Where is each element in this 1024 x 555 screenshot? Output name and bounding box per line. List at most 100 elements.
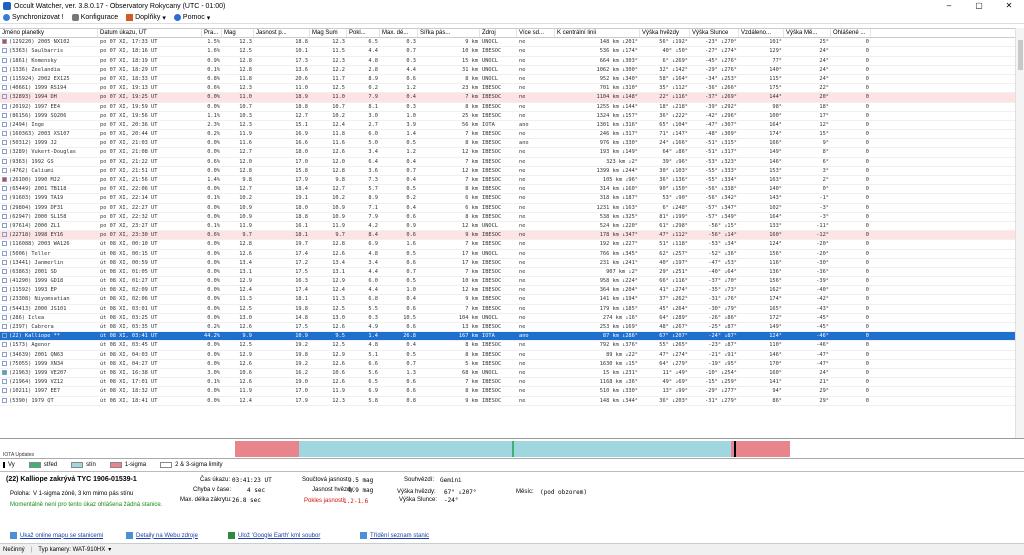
table-row[interactable]: (10211) 1997 EE7 út 08 XI, 18:32 UT 0.0% 11… bbox=[0, 387, 1024, 397]
row-checkbox-icon[interactable] bbox=[2, 177, 7, 182]
table-row[interactable]: (21964) 1999 VZ12 út 08 XI, 17:01 UT 0.1% 1… bbox=[0, 378, 1024, 388]
column-header[interactable]: Výška Slunce bbox=[690, 29, 739, 38]
sync-button[interactable]: Synchronizovat ! bbox=[3, 14, 64, 21]
row-checkbox-icon[interactable] bbox=[2, 186, 7, 192]
table-row[interactable]: (1861) Komensky po 07 XI, 18:19 UT 0.9% 12.… bbox=[0, 57, 1024, 66]
column-header[interactable]: Výška hvězdy bbox=[640, 29, 690, 38]
row-checkbox-icon[interactable] bbox=[2, 48, 7, 54]
row-checkbox-icon[interactable] bbox=[2, 121, 7, 127]
table-row[interactable]: (41290) 1999 GD18 út 08 XI, 01:27 UT 0.0% 1… bbox=[0, 277, 1024, 287]
row-checkbox-icon[interactable] bbox=[2, 324, 7, 329]
row-checkbox-icon[interactable] bbox=[2, 388, 7, 394]
column-header[interactable]: Pra... bbox=[202, 29, 222, 38]
row-checkbox-icon[interactable] bbox=[2, 379, 7, 385]
table-row[interactable]: (1336) Zeelandia po 07 XI, 18:29 UT 0.1% 12… bbox=[0, 66, 1024, 75]
row-checkbox-icon[interactable] bbox=[2, 112, 7, 118]
row-checkbox-icon[interactable] bbox=[2, 131, 7, 137]
table-row[interactable]: (50312) 1999 J2 po 07 XI, 21:03 UT 0.0% 11.… bbox=[0, 139, 1024, 149]
row-checkbox-icon[interactable] bbox=[2, 158, 7, 164]
table-row[interactable]: (115924) 2002 EX125 po 07 XI, 18:33 UT 0.8… bbox=[0, 75, 1024, 85]
table-row[interactable]: (29804) 1999 DF31 po 07 XI, 22:27 UT 0.0% 1… bbox=[0, 204, 1024, 213]
close-icon[interactable]: ✕ bbox=[994, 0, 1024, 12]
table-row[interactable]: (5006) Teller út 08 XI, 00:15 UT 0.0% 12.6 1… bbox=[0, 250, 1024, 259]
timeline-bar[interactable] bbox=[0, 438, 1024, 458]
row-checkbox-icon[interactable] bbox=[2, 296, 7, 302]
row-checkbox-icon[interactable] bbox=[2, 360, 7, 366]
row-checkbox-icon[interactable] bbox=[2, 369, 7, 375]
table-row[interactable]: (5363) Saulbarris po 07 XI, 18:16 UT 1.6% 1… bbox=[0, 47, 1024, 57]
row-checkbox-icon[interactable] bbox=[2, 103, 7, 109]
chevron-down-icon[interactable]: ▾ bbox=[108, 546, 111, 553]
table-row[interactable]: (9363) 1992 GS po 07 XI, 21:22 UT 0.6% 12.0… bbox=[0, 158, 1024, 167]
column-header[interactable]: Výška Mě... bbox=[784, 29, 831, 38]
online-map-link[interactable]: Ukaž online mapu se stanicemi bbox=[10, 532, 103, 539]
table-row[interactable]: (34639) 2001 QN63 út 08 XI, 04:03 UT 0.0% 1… bbox=[0, 351, 1024, 360]
table-row[interactable]: (20192) 1997 EE4 po 07 XI, 19:59 UT 0.0% 10… bbox=[0, 103, 1024, 112]
help-menu[interactable]: Pomoc ▾ bbox=[173, 14, 210, 22]
row-checkbox-icon[interactable] bbox=[2, 167, 7, 173]
sort-stations-link[interactable]: Třídění seznam stanic bbox=[360, 532, 429, 539]
table-row[interactable]: (1573) Agenor út 08 XI, 03:45 UT 0.0% 12.5 1… bbox=[0, 341, 1024, 351]
addons-menu[interactable]: Doplňky ▾ bbox=[126, 14, 166, 22]
column-header[interactable]: Pokl... bbox=[347, 29, 380, 38]
table-row[interactable]: (32893) 1994 DH po 07 XI, 19:25 UT 0.0% 11.… bbox=[0, 93, 1024, 103]
row-checkbox-icon[interactable] bbox=[2, 397, 7, 403]
table-row[interactable]: (2397) Cabrera út 08 XI, 03:35 UT 0.2% 12.6… bbox=[0, 323, 1024, 333]
config-button[interactable]: Konfigurace bbox=[71, 14, 118, 21]
table-row[interactable]: (160363) 2003 XS107 po 07 XI, 20:44 UT 0.2… bbox=[0, 130, 1024, 140]
maximize-icon[interactable]: ▢ bbox=[964, 0, 994, 12]
row-checkbox-icon[interactable] bbox=[2, 241, 7, 247]
table-row[interactable]: (129220) 2005 NX102 po 07 XI, 17:33 UT 1.5… bbox=[0, 38, 1024, 48]
table-row[interactable]: (5390) 1979 QT út 08 XI, 18:41 UT 0.0% 12.4… bbox=[0, 397, 1024, 406]
column-header[interactable]: Šířka pás... bbox=[418, 29, 480, 38]
table-row[interactable]: (22) Kalliope ** út 08 XI, 03:41 UT 44.2% 9… bbox=[0, 332, 1024, 342]
save-kml-link[interactable]: Ulož 'Google Earth' kml soubor bbox=[228, 532, 320, 539]
row-checkbox-icon[interactable] bbox=[2, 333, 7, 339]
column-header[interactable]: K centrální linii bbox=[555, 29, 640, 38]
table-row[interactable]: (23308) Niyomsatian út 08 XI, 02:06 UT 0.0… bbox=[0, 295, 1024, 305]
row-checkbox-icon[interactable] bbox=[2, 314, 7, 320]
column-header[interactable]: Max. dé... bbox=[380, 29, 418, 38]
row-checkbox-icon[interactable] bbox=[2, 204, 7, 210]
row-checkbox-icon[interactable] bbox=[2, 287, 7, 293]
row-checkbox-icon[interactable] bbox=[2, 222, 7, 228]
table-row[interactable]: (2494) Inge po 07 XI, 20:36 UT 2.3% 12.3 15.… bbox=[0, 121, 1024, 131]
row-checkbox-icon[interactable] bbox=[2, 342, 7, 348]
row-checkbox-icon[interactable] bbox=[2, 66, 7, 72]
row-checkbox-icon[interactable] bbox=[2, 94, 7, 100]
row-checkbox-icon[interactable] bbox=[2, 75, 7, 81]
table-row[interactable]: (11592) 1993 EP út 08 XI, 02:09 UT 0.0% 12.… bbox=[0, 286, 1024, 296]
table-row[interactable]: (54413) 2000 JS101 út 08 XI, 03:01 UT 0.0%… bbox=[0, 305, 1024, 314]
row-checkbox-icon[interactable] bbox=[2, 149, 7, 155]
table-row[interactable]: (26100) 1990 MJ2 po 07 XI, 21:56 UT 1.4% 9.… bbox=[0, 176, 1024, 186]
row-checkbox-icon[interactable] bbox=[2, 268, 7, 274]
column-header[interactable]: Mag bbox=[222, 29, 254, 38]
table-row[interactable]: (86156) 1999 SQ206 po 07 XI, 19:56 UT 1.1%… bbox=[0, 112, 1024, 121]
table-row[interactable]: (63863) 2001 SD út 08 XI, 01:05 UT 0.0% 13.… bbox=[0, 268, 1024, 278]
minimize-icon[interactable]: – bbox=[934, 0, 964, 12]
source-details-link[interactable]: Detaily na Webu zdroje bbox=[126, 532, 198, 539]
column-header[interactable]: Ohlášené ... bbox=[831, 29, 871, 38]
row-checkbox-icon[interactable] bbox=[2, 278, 7, 284]
table-row[interactable]: (4762) Caliumi po 07 XI, 21:51 UT 0.0% 12.8… bbox=[0, 167, 1024, 176]
row-checkbox-icon[interactable] bbox=[2, 351, 7, 357]
table-row[interactable]: (40661) 1999 RS194 po 07 XI, 19:13 UT 0.6%… bbox=[0, 84, 1024, 94]
table-row[interactable]: (116088) 2003 WA126 út 08 XI, 00:10 UT 0.0… bbox=[0, 240, 1024, 250]
table-row[interactable]: (97614) 2000 ZL1 po 07 XI, 23:27 UT 0.1% 11… bbox=[0, 222, 1024, 232]
row-checkbox-icon[interactable] bbox=[2, 232, 7, 238]
column-header[interactable]: Jméno planetky bbox=[0, 29, 98, 38]
column-header[interactable]: Mag Sum bbox=[310, 29, 347, 38]
row-checkbox-icon[interactable] bbox=[2, 213, 7, 219]
table-row[interactable]: (3289) Vukert-Douglas po 07 XI, 21:08 UT 0… bbox=[0, 148, 1024, 158]
table-row[interactable]: (62947) 2000 SL158 po 07 XI, 22:32 UT 0.0%… bbox=[0, 213, 1024, 222]
scrollbar-thumb[interactable] bbox=[1018, 40, 1023, 70]
vertical-scrollbar[interactable] bbox=[1015, 28, 1024, 438]
table-row[interactable]: (75055) 1999 XN34 út 08 XI, 04:27 UT 0.0% 1… bbox=[0, 360, 1024, 369]
column-header[interactable]: Datum úkazu, UT bbox=[98, 29, 202, 38]
row-checkbox-icon[interactable] bbox=[2, 140, 7, 146]
table-row[interactable]: (286) Iclea út 08 XI, 03:25 UT 0.0% 13.0 14.… bbox=[0, 314, 1024, 323]
column-header[interactable]: Vzdáleno... bbox=[739, 29, 784, 38]
column-header[interactable]: Více sd... bbox=[517, 29, 555, 38]
table-row[interactable]: (22718) 1998 EY16 po 07 XI, 23:30 UT 0.6% 9… bbox=[0, 231, 1024, 241]
table-row[interactable]: (91603) 1999 TA19 po 07 XI, 22:14 UT 0.1% 1… bbox=[0, 194, 1024, 204]
